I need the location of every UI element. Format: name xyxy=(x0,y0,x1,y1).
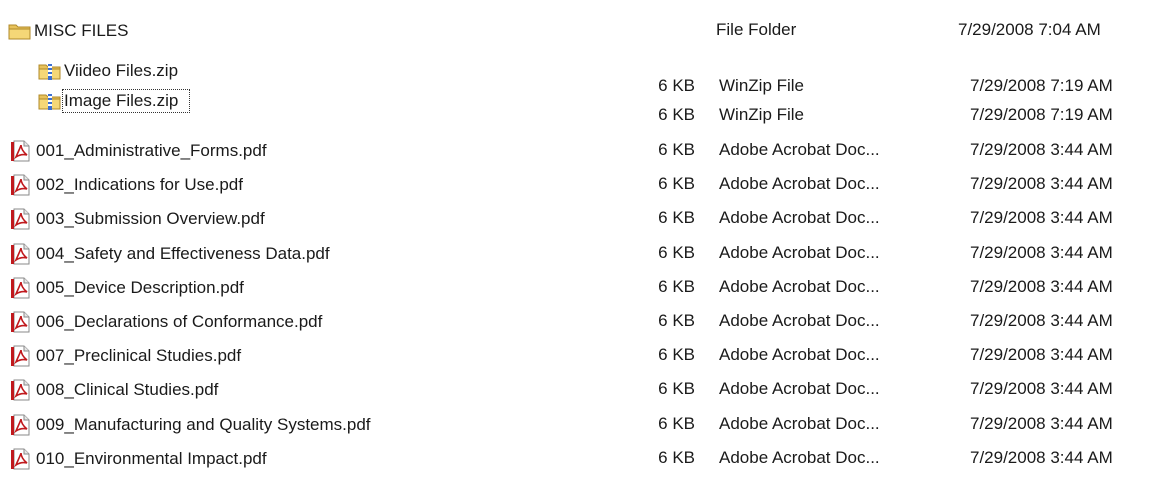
file-row[interactable]: Viideo Files.zip 6 KB WinZip File 7/29/2… xyxy=(0,56,1171,95)
file-name-cell: 004_Safety and Effectiveness Data.pdf xyxy=(10,239,530,269)
file-name: 004_Safety and Effectiveness Data.pdf xyxy=(36,244,330,263)
file-row[interactable]: 009_Manufacturing and Quality Systems.pd… xyxy=(0,410,1171,440)
pdf-icon xyxy=(10,140,32,162)
file-listing: MISC FILES File Folder 7/29/2008 7:04 AM… xyxy=(0,0,1171,481)
file-modified: 7/29/2008 3:44 AM xyxy=(970,448,1113,467)
file-modified: 7/29/2008 3:44 AM xyxy=(970,140,1113,159)
file-name: 009_Manufacturing and Quality Systems.pd… xyxy=(36,415,371,434)
file-modified: 7/29/2008 3:44 AM xyxy=(970,174,1113,193)
file-size: 6 KB xyxy=(658,140,695,159)
file-size: 6 KB xyxy=(658,208,695,227)
file-name: 005_Device Description.pdf xyxy=(36,278,244,297)
file-modified: 7/29/2008 3:44 AM xyxy=(970,311,1113,330)
file-type: Adobe Acrobat Doc... xyxy=(719,208,880,227)
file-name-cell: 003_Submission Overview.pdf xyxy=(10,204,530,234)
folder-type: File Folder xyxy=(716,20,797,39)
file-size: 6 KB xyxy=(658,174,695,193)
file-row[interactable]: 001_Administrative_Forms.pdf 6 KB Adobe Ac… xyxy=(0,136,1171,166)
file-row[interactable]: 010_Environmental Impact.pdf 6 KB Adobe Ac… xyxy=(0,444,1171,474)
pdf-icon xyxy=(10,243,32,265)
file-size: 6 KB xyxy=(658,414,695,433)
file-type: Adobe Acrobat Doc... xyxy=(719,448,880,467)
pdf-icon xyxy=(10,379,32,401)
pdf-icon xyxy=(10,448,32,470)
file-size: 6 KB xyxy=(658,345,695,364)
file-type: Adobe Acrobat Doc... xyxy=(719,379,880,398)
file-name-cell: 001_Administrative_Forms.pdf xyxy=(10,136,530,166)
zip-folder-icon xyxy=(38,60,61,82)
folder-name-cell: MISC FILES xyxy=(8,16,528,46)
file-type: Adobe Acrobat Doc... xyxy=(719,345,880,364)
file-row[interactable]: 005_Device Description.pdf 6 KB Adobe Acro… xyxy=(0,273,1171,303)
pdf-icon xyxy=(10,174,32,196)
file-name: 001_Administrative_Forms.pdf xyxy=(36,141,267,160)
pdf-icon xyxy=(10,311,32,333)
file-size: 6 KB xyxy=(658,379,695,398)
file-size: 6 KB xyxy=(658,311,695,330)
file-name-cell: 002_Indications for Use.pdf xyxy=(10,170,530,200)
file-size: 6 KB xyxy=(658,243,695,262)
file-modified: 7/29/2008 3:44 AM xyxy=(970,243,1113,262)
file-name-cell: 005_Device Description.pdf xyxy=(10,273,530,303)
file-modified: 7/29/2008 3:44 AM xyxy=(970,414,1113,433)
file-name-cell: 007_Preclinical Studies.pdf xyxy=(10,341,530,371)
file-name: Image Files.zip xyxy=(61,89,191,113)
file-type: WinZip File xyxy=(719,105,805,124)
file-modified: 7/29/2008 3:44 AM xyxy=(970,208,1113,227)
file-modified: 7/29/2008 3:44 AM xyxy=(970,345,1113,364)
file-name-cell: Viideo Files.zip xyxy=(38,56,558,86)
file-type: Adobe Acrobat Doc... xyxy=(719,243,880,262)
file-name-cell: 009_Manufacturing and Quality Systems.pd… xyxy=(10,410,530,440)
file-name: 007_Preclinical Studies.pdf xyxy=(36,346,242,365)
file-name: 002_Indications for Use.pdf xyxy=(36,175,243,194)
file-row[interactable]: 003_Submission Overview.pdf 6 KB Adobe Acr… xyxy=(0,204,1171,234)
file-name: Viideo Files.zip xyxy=(64,61,179,80)
file-row[interactable]: 002_Indications for Use.pdf 6 KB Adobe Acr… xyxy=(0,170,1171,200)
file-row[interactable]: 006_Declarations of Conformance.pdf 6 KB A… xyxy=(0,307,1171,337)
file-name-cell: Image Files.zip xyxy=(38,86,558,116)
file-size: 6 KB xyxy=(658,448,695,467)
file-type: Adobe Acrobat Doc... xyxy=(719,140,880,159)
file-name: 010_Environmental Impact.pdf xyxy=(36,449,267,468)
file-row[interactable]: 007_Preclinical Studies.pdf 6 KB Adobe Acr… xyxy=(0,341,1171,371)
zip-folder-icon xyxy=(38,90,61,112)
pdf-icon xyxy=(10,414,32,436)
file-modified: 7/29/2008 3:44 AM xyxy=(970,379,1113,398)
file-modified: 7/29/2008 3:44 AM xyxy=(970,277,1113,296)
file-modified: 7/29/2008 7:19 AM xyxy=(970,105,1113,124)
pdf-icon xyxy=(10,208,32,230)
pdf-icon xyxy=(10,277,32,299)
file-name-cell: 006_Declarations of Conformance.pdf xyxy=(10,307,530,337)
file-name: 008_Clinical Studies.pdf xyxy=(36,380,219,399)
file-name: 003_Submission Overview.pdf xyxy=(36,209,265,228)
file-name-cell: 010_Environmental Impact.pdf xyxy=(10,444,530,474)
file-row[interactable]: 008_Clinical Studies.pdf 6 KB Adobe Acroba… xyxy=(0,375,1171,405)
file-type: Adobe Acrobat Doc... xyxy=(719,174,880,193)
folder-name: MISC FILES xyxy=(34,21,129,40)
file-type: Adobe Acrobat Doc... xyxy=(719,414,880,433)
file-row[interactable]: 004_Safety and Effectiveness Data.pdf 6 K… xyxy=(0,239,1171,269)
pdf-icon xyxy=(10,345,32,367)
file-name: 006_Declarations of Conformance.pdf xyxy=(36,312,323,331)
file-size: 6 KB xyxy=(658,105,695,124)
file-type: Adobe Acrobat Doc... xyxy=(719,277,880,296)
file-row[interactable]: Image Files.zip 6 KB WinZip File 7/29/20… xyxy=(0,86,1171,124)
file-size: 6 KB xyxy=(658,277,695,296)
file-name-cell: 008_Clinical Studies.pdf xyxy=(10,375,530,405)
folder-modified: 7/29/2008 7:04 AM xyxy=(958,20,1101,39)
folder-icon xyxy=(8,20,31,42)
folder-row[interactable]: MISC FILES File Folder 7/29/2008 7:04 AM xyxy=(0,16,1171,46)
file-type: Adobe Acrobat Doc... xyxy=(719,311,880,330)
